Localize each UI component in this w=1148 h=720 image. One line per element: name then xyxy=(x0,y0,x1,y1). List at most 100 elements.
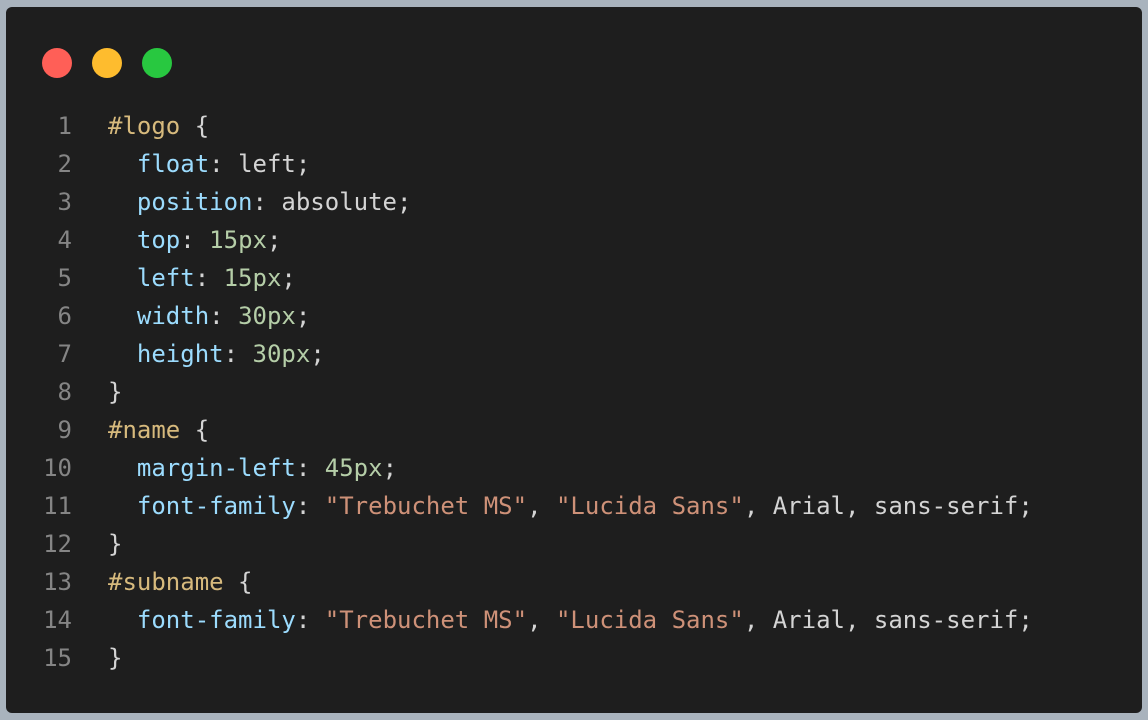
css-property: left xyxy=(136,264,195,292)
close-button[interactable] xyxy=(42,48,72,78)
css-punctuation: ; xyxy=(310,340,325,368)
css-punctuation: } xyxy=(108,644,123,672)
line-number: 11 xyxy=(43,492,72,520)
css-punctuation: : xyxy=(295,606,325,634)
code-line: 15} xyxy=(6,639,1142,677)
line-source: } xyxy=(72,639,122,677)
css-punctuation: : xyxy=(209,302,239,330)
css-value: sans-serif xyxy=(873,492,1019,520)
css-punctuation: { xyxy=(223,568,253,596)
line-source: height: 30px; xyxy=(72,335,325,373)
css-value: sans-serif xyxy=(873,606,1019,634)
css-selector: #subname xyxy=(108,568,224,596)
code-line: 4 top: 15px; xyxy=(6,221,1142,259)
code-line: 2 float: left; xyxy=(6,145,1142,183)
line-number: 1 xyxy=(57,112,72,140)
css-punctuation: ; xyxy=(295,150,311,178)
line-source: top: 15px; xyxy=(72,221,282,259)
maximize-button[interactable] xyxy=(142,48,172,78)
css-punctuation: : xyxy=(209,150,239,178)
line-number: 13 xyxy=(43,568,72,596)
css-property: font-family xyxy=(136,606,296,634)
line-number: 12 xyxy=(43,530,72,558)
line-number: 15 xyxy=(43,644,72,672)
css-punctuation: , xyxy=(844,606,874,634)
line-number: 8 xyxy=(57,378,72,406)
css-punctuation xyxy=(108,454,137,482)
code-line: 5 left: 15px; xyxy=(6,259,1142,297)
css-number-value: 45px xyxy=(324,454,383,482)
css-punctuation: : xyxy=(295,492,325,520)
line-source: left: 15px; xyxy=(72,259,296,297)
css-number-value: 30px xyxy=(252,340,311,368)
code-line: 10 margin-left: 45px; xyxy=(6,449,1142,487)
code-line: 3 position: absolute; xyxy=(6,183,1142,221)
css-punctuation: , xyxy=(743,606,773,634)
css-punctuation xyxy=(108,264,137,292)
line-number: 4 xyxy=(57,226,72,254)
css-punctuation: ; xyxy=(266,226,282,254)
line-source: #subname { xyxy=(72,563,253,601)
css-punctuation: ; xyxy=(295,302,311,330)
css-punctuation: , xyxy=(844,492,874,520)
css-property: width xyxy=(136,302,210,330)
css-string-value: "Lucida Sans" xyxy=(555,606,744,634)
code-line: 13 #subname { xyxy=(6,563,1142,601)
css-property: margin-left xyxy=(136,454,296,482)
css-selector: #logo xyxy=(108,112,181,140)
code-line: 9 #name { xyxy=(6,411,1142,449)
line-number: 6 xyxy=(57,302,72,330)
code-line: 7 height: 30px; xyxy=(6,335,1142,373)
css-punctuation: , xyxy=(743,492,773,520)
css-value: Arial xyxy=(772,606,845,634)
css-selector: #name xyxy=(108,416,181,444)
line-source: font-family: "Trebuchet MS", "Lucida San… xyxy=(72,487,1033,525)
line-source: #logo { xyxy=(72,107,209,145)
css-property: top xyxy=(136,226,181,254)
css-punctuation: ; xyxy=(281,264,296,292)
css-string-value: "Trebuchet MS" xyxy=(324,492,528,520)
line-source: } xyxy=(72,525,122,563)
css-punctuation: } xyxy=(108,378,123,406)
css-punctuation xyxy=(108,340,137,368)
minimize-button[interactable] xyxy=(92,48,122,78)
css-punctuation: , xyxy=(527,606,556,634)
code-line: 8} xyxy=(6,373,1142,411)
code-line: 11 font-family: "Trebuchet MS", "Lucida … xyxy=(6,487,1142,525)
window-controls xyxy=(42,48,172,78)
css-number-value: 15px xyxy=(209,226,267,254)
css-punctuation: : xyxy=(180,226,210,254)
code-line: 6 width: 30px; xyxy=(6,297,1142,335)
code-block: 1 #logo {2 float: left; 3 position: absolu… xyxy=(6,107,1142,677)
css-punctuation xyxy=(108,302,137,330)
line-source: font-family: "Trebuchet MS", "Lucida San… xyxy=(72,601,1033,639)
css-property: position xyxy=(136,188,253,216)
line-number: 14 xyxy=(43,606,72,634)
line-source: margin-left: 45px; xyxy=(72,449,397,487)
line-number: 7 xyxy=(57,340,72,368)
code-line: 14 font-family: "Trebuchet MS", "Lucida … xyxy=(6,601,1142,639)
css-number-value: 30px xyxy=(238,302,296,330)
css-value: left xyxy=(238,150,296,178)
css-punctuation: : xyxy=(295,454,325,482)
line-number: 9 xyxy=(57,416,72,444)
css-property: font-family xyxy=(136,492,296,520)
code-line: 1 #logo { xyxy=(6,107,1142,145)
css-value: absolute xyxy=(281,188,397,216)
css-number-value: 15px xyxy=(223,264,282,292)
css-punctuation: ; xyxy=(1018,606,1033,634)
css-value: Arial xyxy=(772,492,845,520)
css-punctuation: ; xyxy=(397,188,412,216)
css-punctuation xyxy=(108,188,137,216)
code-window: 1 #logo {2 float: left; 3 position: absolu… xyxy=(6,7,1142,713)
line-source: float: left; xyxy=(72,145,310,183)
line-number: 10 xyxy=(43,454,72,482)
css-punctuation: : xyxy=(252,188,282,216)
line-source: width: 30px; xyxy=(72,297,310,335)
line-source: position: absolute; xyxy=(72,183,412,221)
line-number: 3 xyxy=(57,188,72,216)
css-punctuation xyxy=(108,150,137,178)
line-number: 2 xyxy=(57,150,72,178)
css-string-value: "Lucida Sans" xyxy=(555,492,744,520)
css-punctuation xyxy=(108,492,137,520)
